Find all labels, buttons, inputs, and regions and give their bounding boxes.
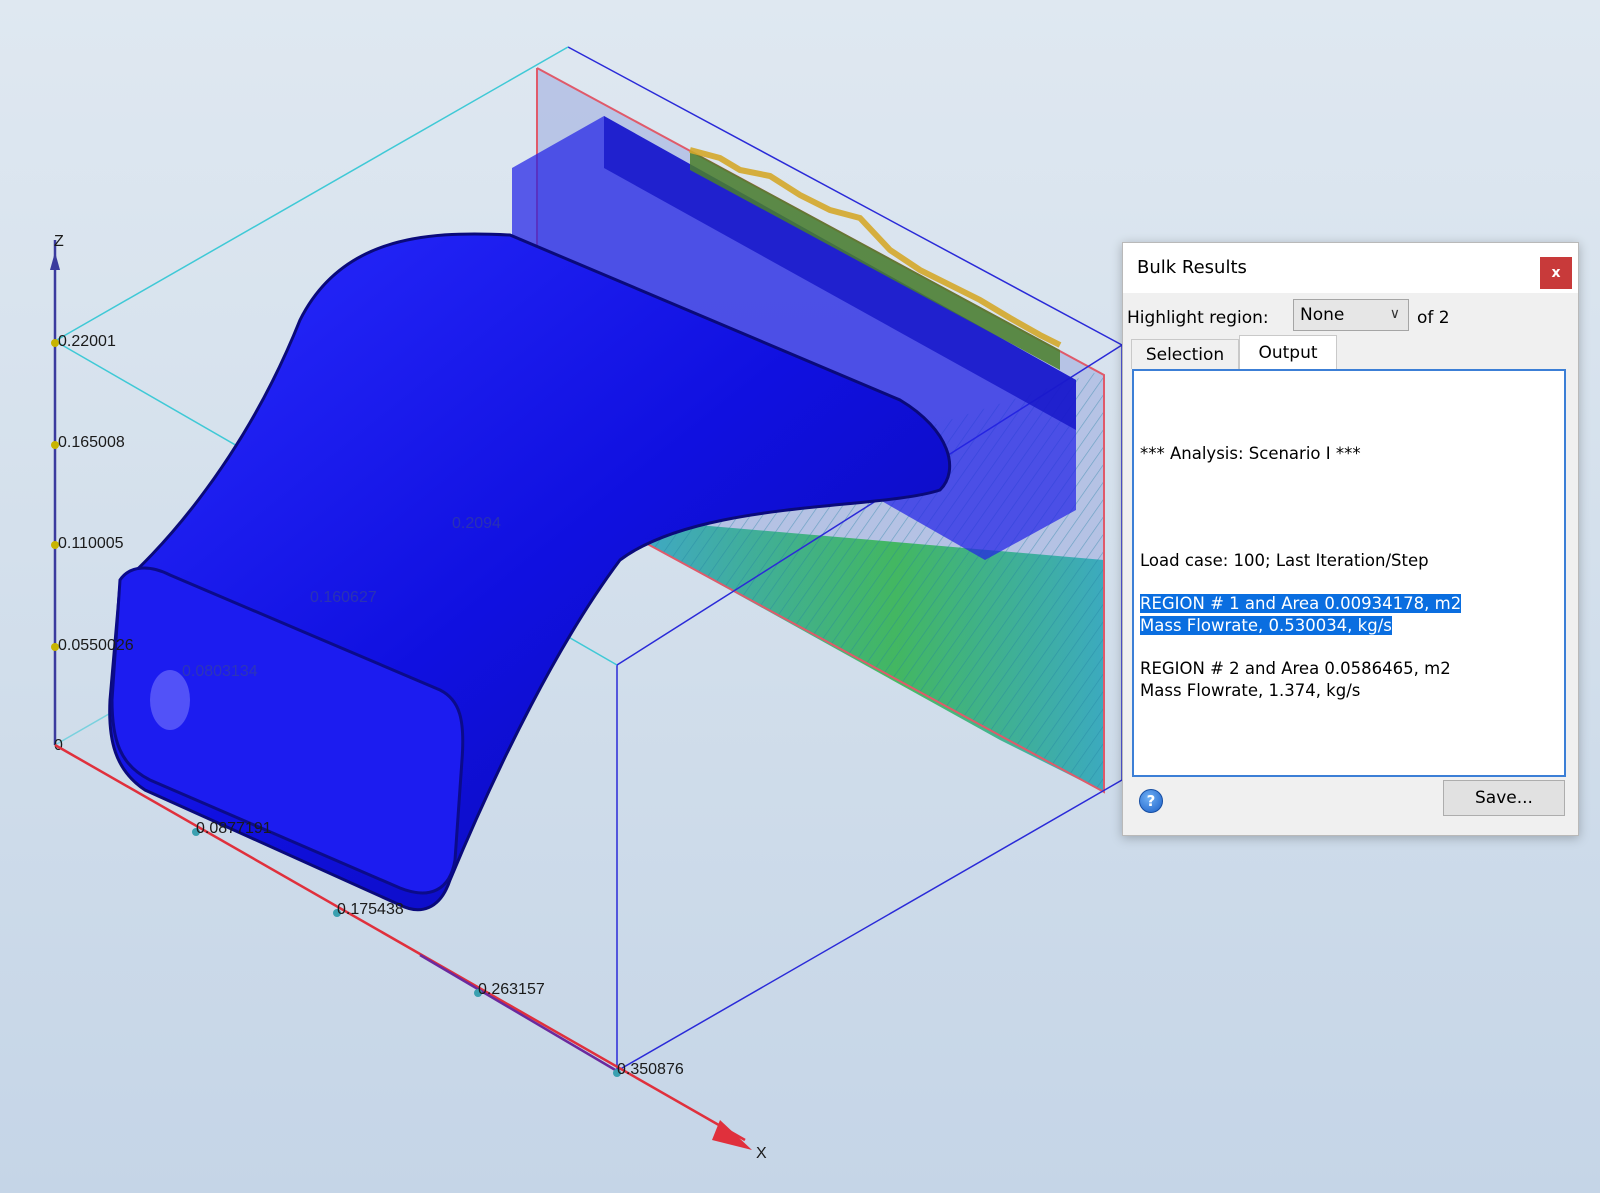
- x-tick: 0.175438: [337, 901, 404, 918]
- y-tick: 0.160627: [310, 589, 377, 606]
- tab-output[interactable]: Output: [1239, 335, 1337, 369]
- z-tick: 0.110005: [58, 535, 124, 552]
- dialog-title: Bulk Results: [1137, 257, 1247, 278]
- dialog-titlebar[interactable]: Bulk Results x: [1123, 243, 1578, 293]
- x-tick: 0.263157: [478, 981, 545, 998]
- highlight-region-select[interactable]: None ∨: [1293, 299, 1409, 331]
- z-tick: 0.0550026: [58, 637, 134, 654]
- z-tick: 0.165008: [58, 434, 125, 451]
- z-tick: 0.22001: [58, 333, 116, 350]
- tab-selection[interactable]: Selection: [1131, 339, 1239, 369]
- help-icon[interactable]: ?: [1139, 789, 1163, 813]
- y-tick: 0.2094: [452, 515, 501, 532]
- region1-area-line: REGION # 1 and Area 0.00934178, m2: [1140, 594, 1462, 613]
- region2-flow-line: Mass Flowrate, 1.374, kg/s: [1140, 681, 1361, 700]
- x-tick: 0.0877191: [196, 820, 272, 837]
- region-count-label: of 2: [1417, 308, 1450, 328]
- analysis-line: *** Analysis: Scenario I ***: [1140, 444, 1361, 463]
- bulk-results-dialog: Bulk Results x Highlight region: None ∨ …: [1122, 242, 1579, 836]
- x-tick: 0.350876: [617, 1061, 684, 1078]
- output-textbox[interactable]: *** Analysis: Scenario I *** Load case: …: [1132, 369, 1566, 777]
- region-select-value: None: [1300, 305, 1345, 325]
- highlight-region-label: Highlight region:: [1127, 308, 1269, 328]
- load-case-line: Load case: 100; Last Iteration/Step: [1140, 551, 1429, 570]
- save-button[interactable]: Save...: [1443, 780, 1565, 816]
- region1-flow-line: Mass Flowrate, 0.530034, kg/s: [1140, 616, 1392, 635]
- x-axis-label: X: [756, 1145, 767, 1162]
- z-axis-label: Z: [54, 233, 64, 250]
- close-button[interactable]: x: [1540, 257, 1572, 289]
- region2-area-line: REGION # 2 and Area 0.0586465, m2: [1140, 659, 1451, 678]
- y-tick: 0.0803134: [182, 663, 258, 680]
- chevron-down-icon: ∨: [1389, 306, 1400, 322]
